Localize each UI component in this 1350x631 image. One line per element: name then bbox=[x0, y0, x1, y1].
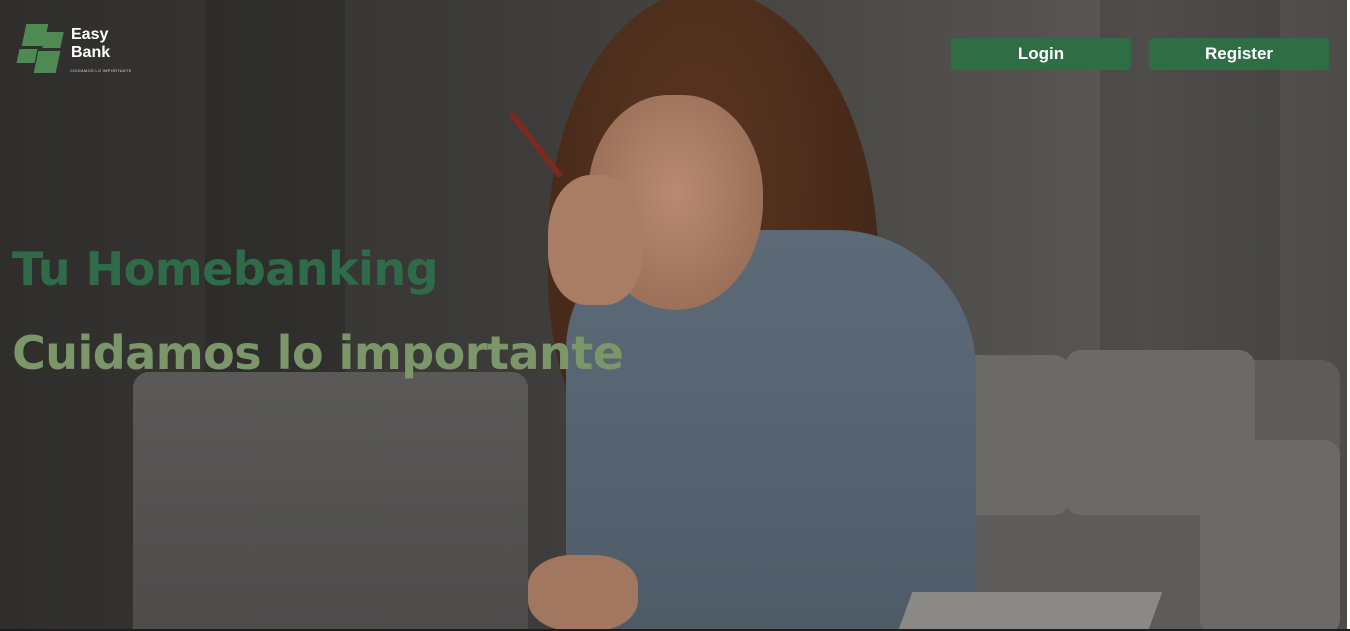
logo-wordmark: Easy Bank bbox=[71, 26, 131, 62]
hero-title: Tu Homebanking bbox=[12, 242, 439, 296]
logo-word-bank: Bank bbox=[71, 44, 111, 61]
person-hand-typing bbox=[528, 555, 638, 631]
logo-square bbox=[33, 51, 61, 73]
laptop bbox=[133, 372, 528, 631]
logo-mark-icon bbox=[16, 24, 66, 76]
person-hand bbox=[548, 175, 643, 305]
notebook bbox=[897, 592, 1163, 631]
logo-square bbox=[16, 49, 38, 63]
logo-word-easy: Easy bbox=[71, 26, 109, 43]
sofa-armrest bbox=[1200, 440, 1340, 631]
easybank-logo[interactable]: Easy Bank CUIDAMOS LO IMPORTANTE bbox=[16, 24, 136, 78]
logo-tagline: CUIDAMOS LO IMPORTANTE bbox=[70, 68, 132, 73]
hero-background-image bbox=[0, 0, 1350, 631]
login-button[interactable]: Login bbox=[951, 38, 1131, 70]
logo-square bbox=[42, 32, 64, 48]
pencil bbox=[508, 111, 563, 178]
hero-subtitle: Cuidamos lo importante bbox=[12, 326, 624, 380]
register-button[interactable]: Register bbox=[1149, 38, 1329, 70]
